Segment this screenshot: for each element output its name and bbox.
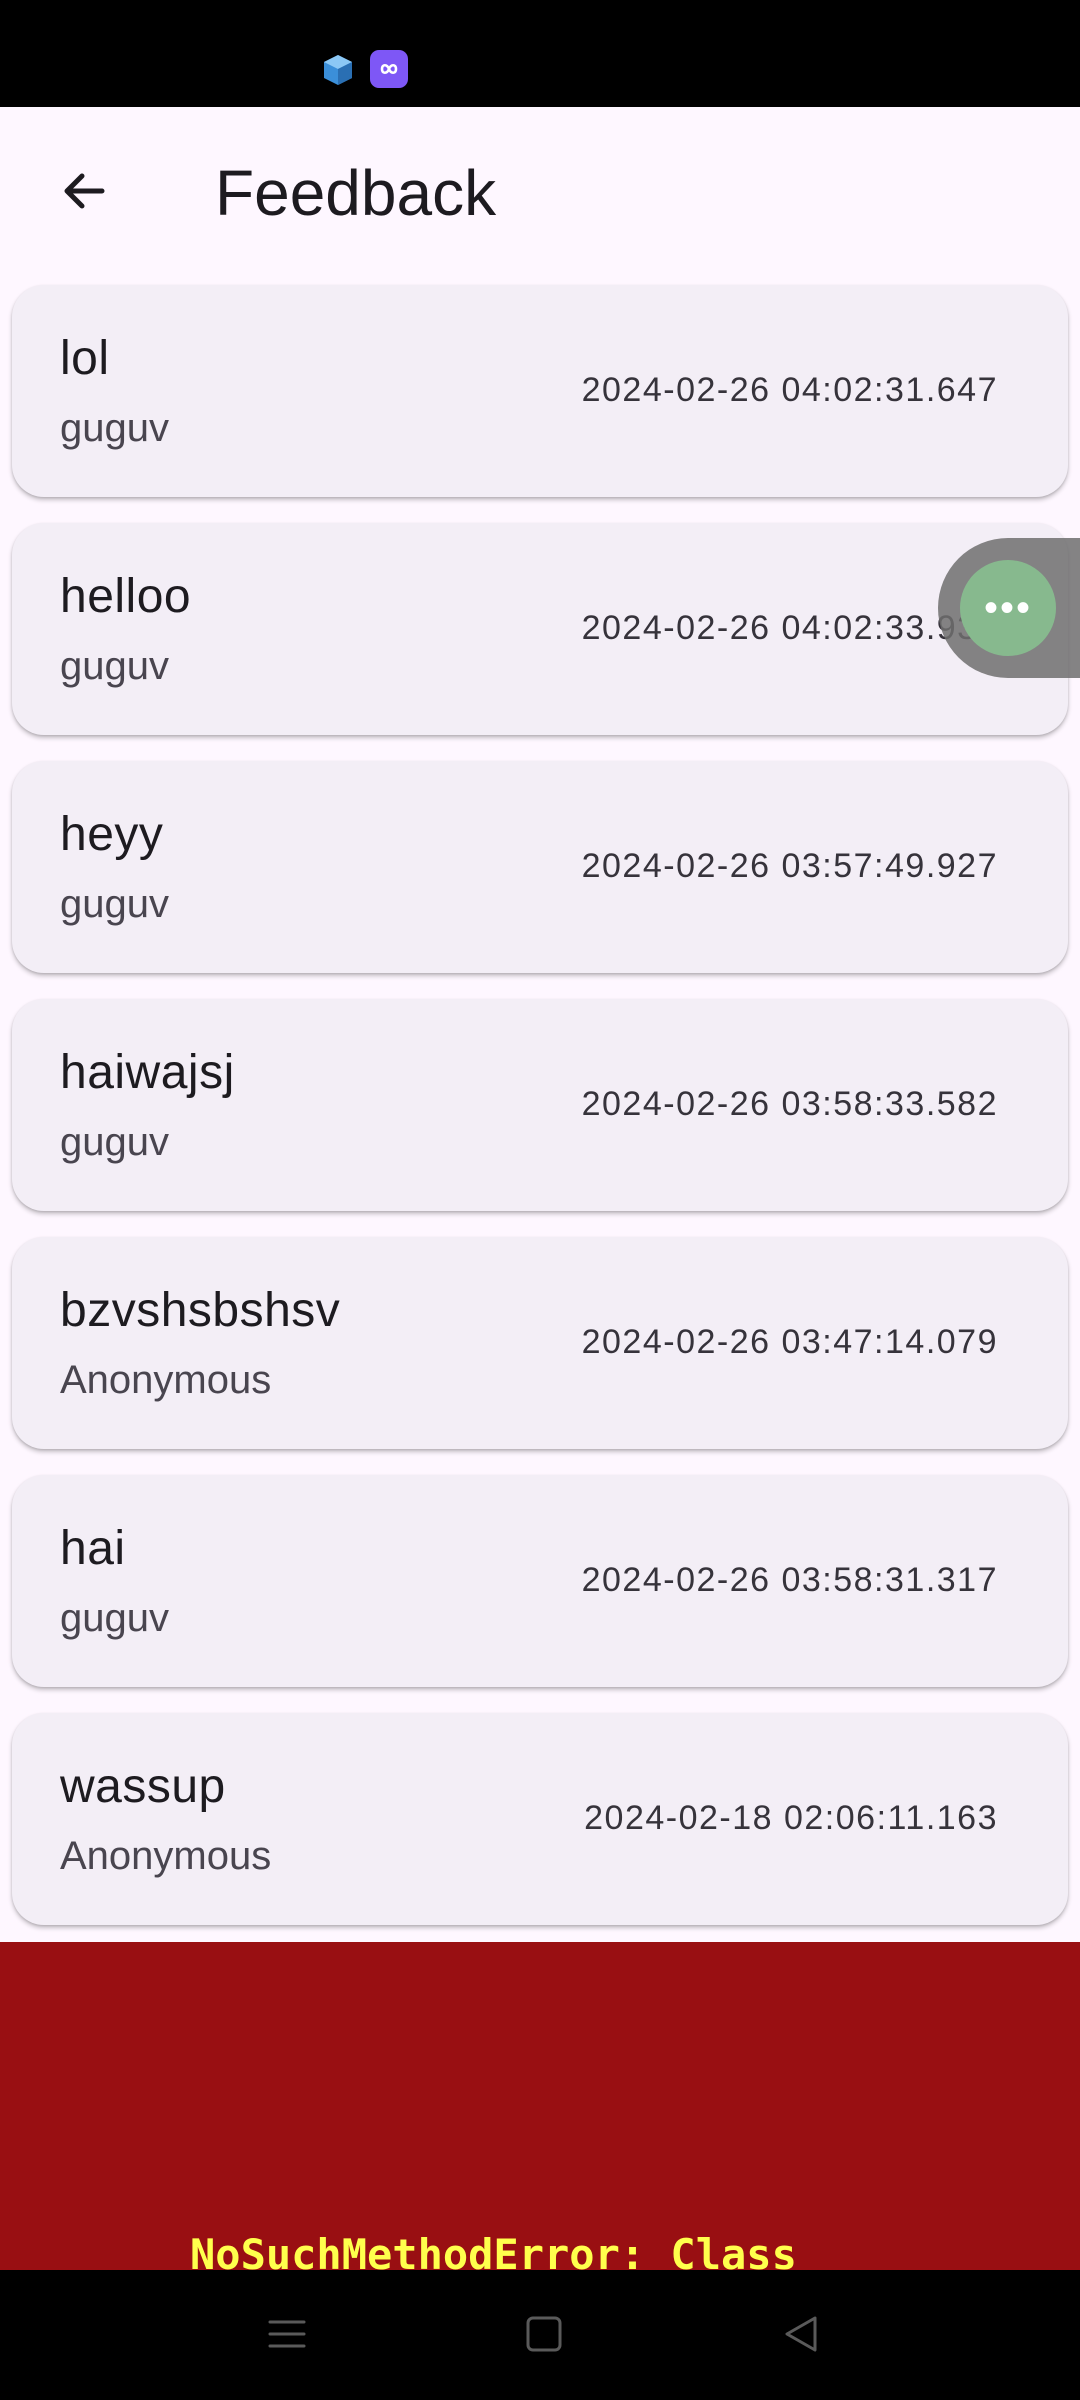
feedback-timestamp: 2024-02-18 02:06:11.163 — [584, 1799, 998, 1837]
app-bar: Feedback — [0, 107, 1080, 275]
feedback-title: hai — [60, 1522, 126, 1575]
feedback-title: lol — [60, 332, 110, 385]
feedback-title: helloo — [60, 570, 192, 623]
feedback-timestamp: 2024-02-26 03:58:31.317 — [581, 1561, 998, 1599]
error-message: NoSuchMethodError: Class — [190, 2230, 797, 2270]
cube-app-icon — [320, 52, 356, 88]
feedback-author: guguv — [60, 1596, 169, 1640]
feedback-timestamp: 2024-02-26 03:58:33.582 — [581, 1085, 998, 1123]
feedback-card[interactable]: bzvshsbshsv Anonymous 2024-02-26 03:47:1… — [12, 1237, 1068, 1449]
infinity-app-icon — [370, 50, 408, 88]
navigation-bar — [0, 2270, 1080, 2400]
error-panel: NoSuchMethodError: Class — [0, 1942, 1080, 2270]
feedback-title: wassup — [60, 1760, 226, 1813]
feedback-card[interactable]: haiwajsj guguv 2024-02-26 03:58:33.582 — [12, 999, 1068, 1211]
feedback-card[interactable]: hai guguv 2024-02-26 03:58:31.317 — [12, 1475, 1068, 1687]
floating-bubble[interactable]: ••• — [938, 538, 1080, 678]
feedback-timestamp: 2024-02-26 03:57:49.927 — [581, 847, 998, 885]
feedback-title: heyy — [60, 808, 164, 861]
back-nav-button[interactable] — [765, 2300, 837, 2372]
feedback-card[interactable]: heyy guguv 2024-02-26 03:57:49.927 — [12, 761, 1068, 973]
triangle-back-icon — [781, 2314, 821, 2359]
home-button[interactable] — [508, 2300, 580, 2372]
feedback-card[interactable]: lol guguv 2024-02-26 04:02:31.647 — [12, 285, 1068, 497]
page-title: Feedback — [215, 157, 497, 229]
feedback-title: haiwajsj — [60, 1046, 235, 1099]
more-dots-icon[interactable]: ••• — [960, 560, 1056, 656]
feedback-timestamp: 2024-02-26 03:47:14.079 — [581, 1323, 998, 1361]
arrow-left-icon — [58, 165, 110, 222]
feedback-author: guguv — [60, 644, 169, 688]
feedback-title: bzvshsbshsv — [60, 1284, 341, 1337]
feedback-author: guguv — [60, 1120, 169, 1164]
recents-button[interactable] — [251, 2300, 323, 2372]
back-button[interactable] — [40, 149, 128, 237]
feedback-list: lol guguv 2024-02-26 04:02:31.647 helloo… — [12, 285, 1068, 1951]
feedback-card[interactable]: wassup Anonymous 2024-02-18 02:06:11.163 — [12, 1713, 1068, 1925]
feedback-author: Anonymous — [60, 1834, 272, 1878]
feedback-author: guguv — [60, 406, 169, 450]
status-bar — [0, 0, 1080, 107]
feedback-author: guguv — [60, 882, 169, 926]
square-icon — [524, 2314, 564, 2359]
feedback-card[interactable]: helloo guguv 2024-02-26 04:02:33.939 — [12, 523, 1068, 735]
feedback-timestamp: 2024-02-26 04:02:31.647 — [581, 371, 998, 409]
feedback-timestamp: 2024-02-26 04:02:33.939 — [581, 609, 998, 647]
menu-lines-icon — [267, 2314, 307, 2359]
feedback-author: Anonymous — [60, 1358, 272, 1402]
